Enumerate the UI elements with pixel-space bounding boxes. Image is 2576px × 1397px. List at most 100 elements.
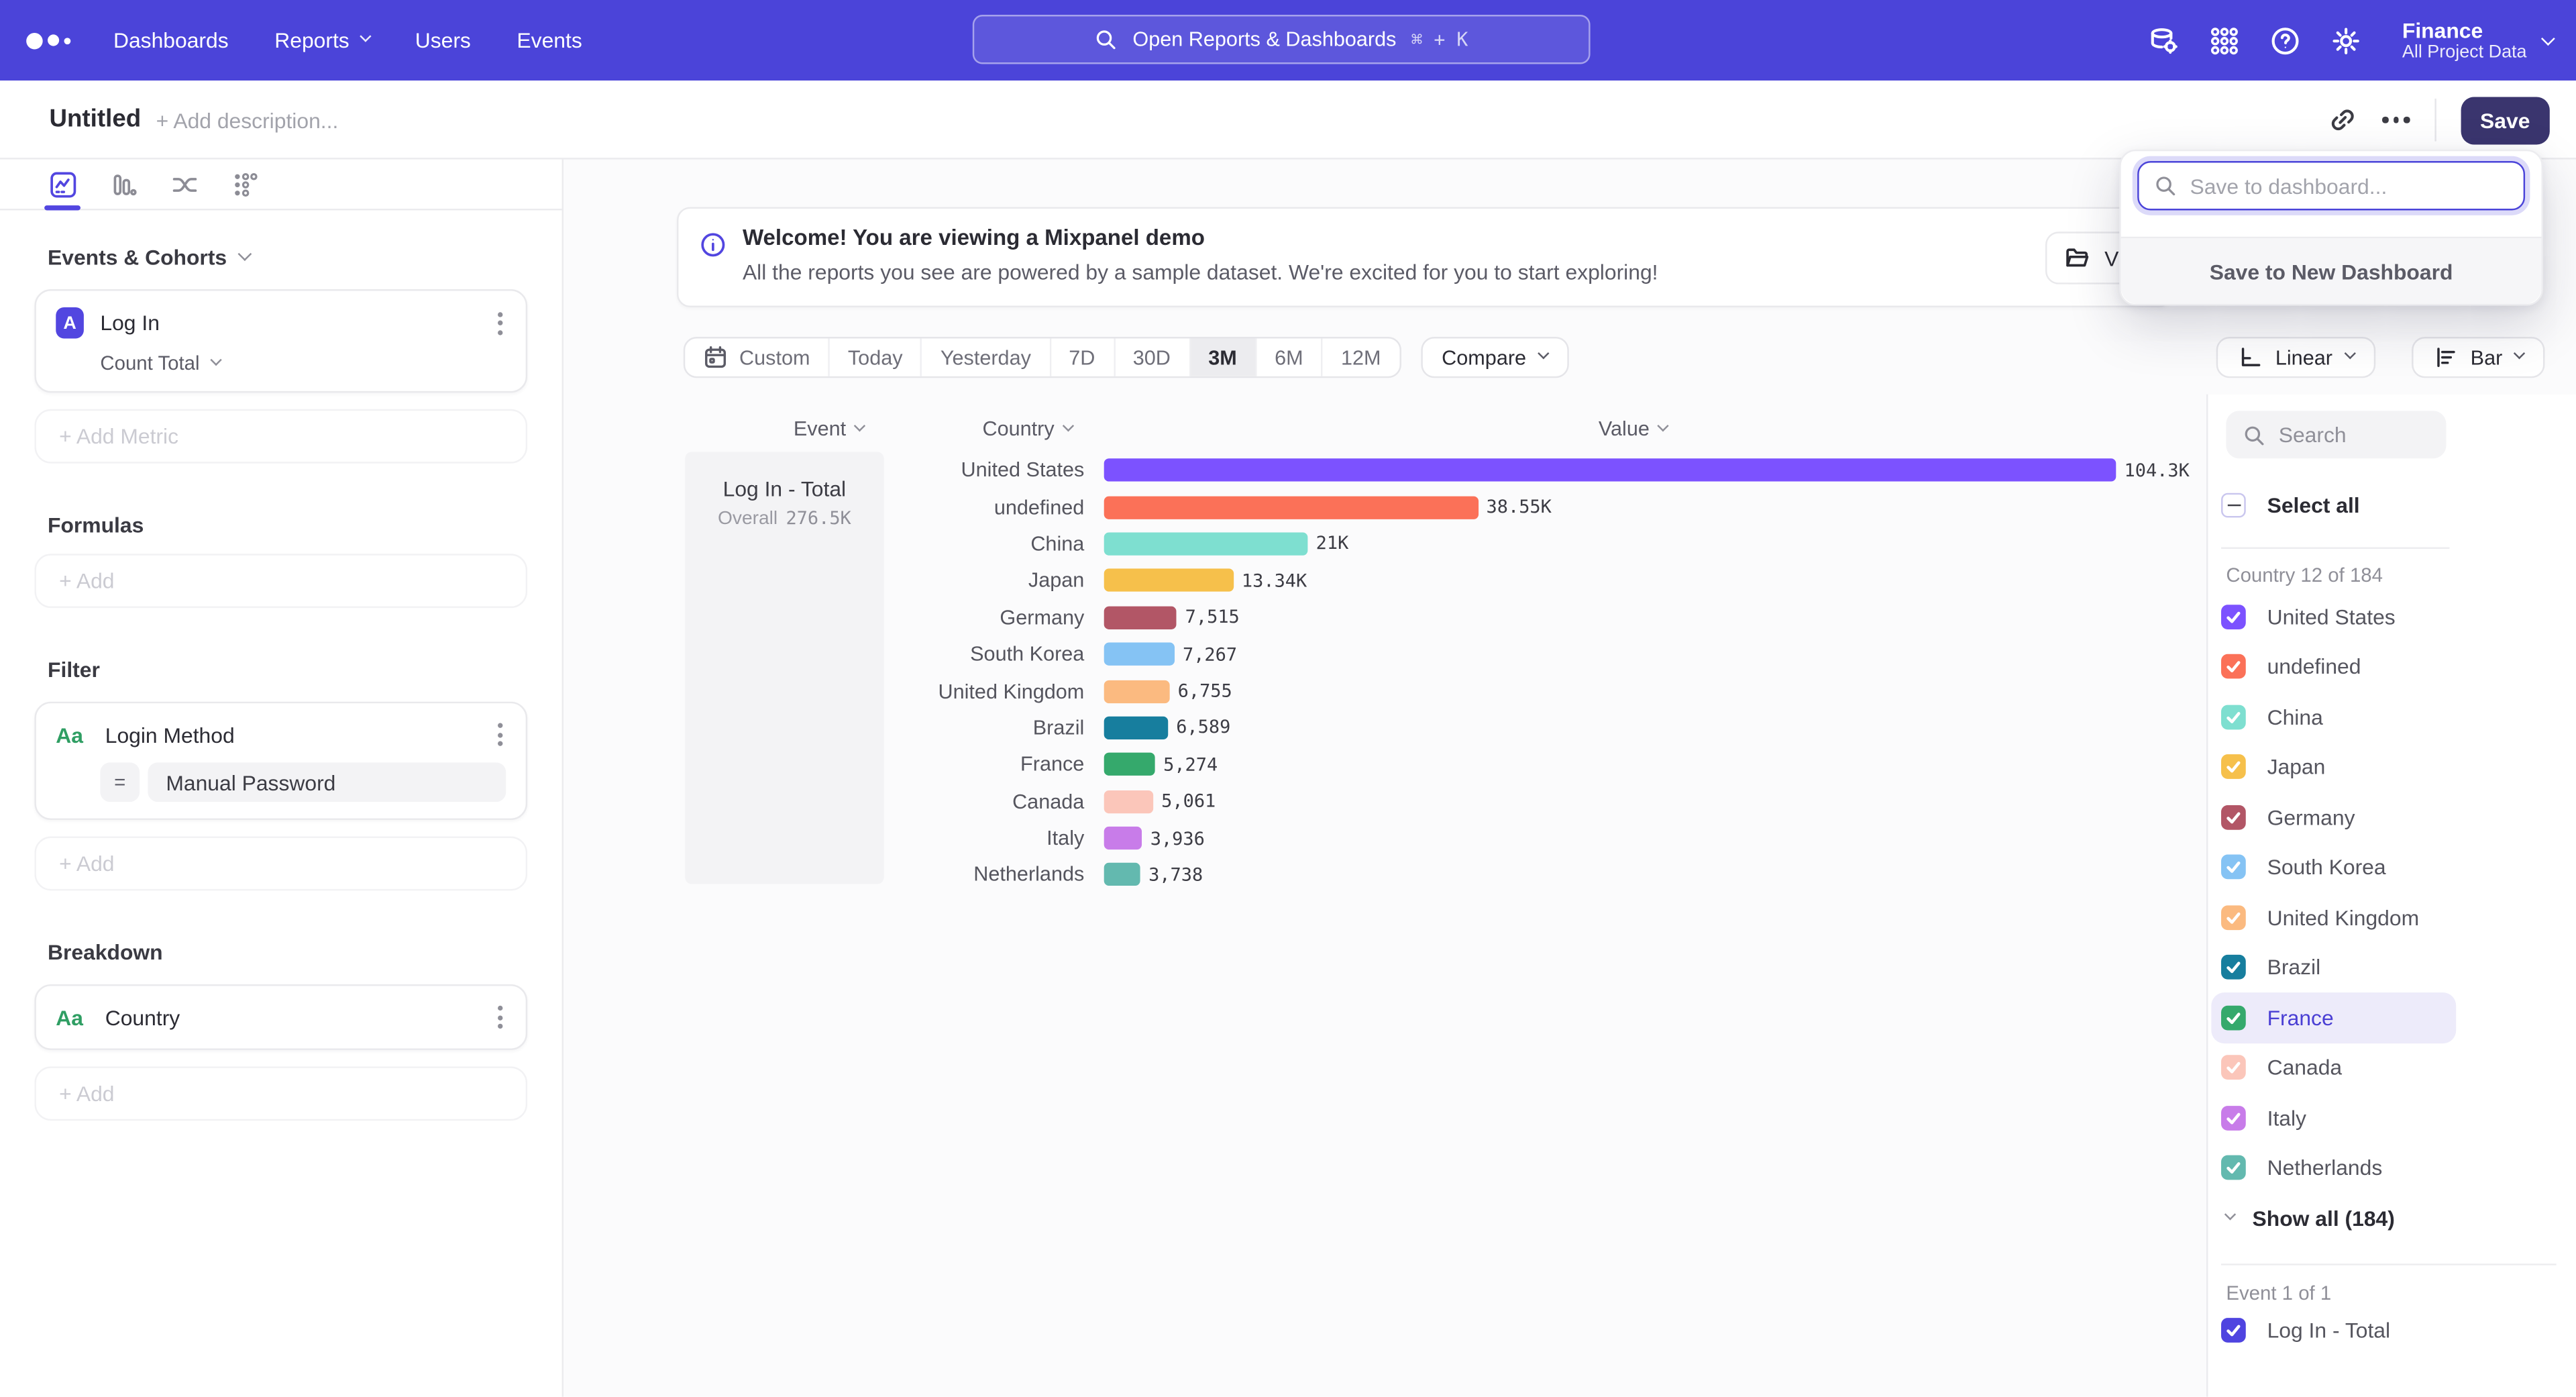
- bar-segment[interactable]: [1104, 790, 1153, 813]
- filter-card-login-method[interactable]: Aa Login Method = Manual Password: [34, 702, 527, 820]
- filter-value[interactable]: Manual Password: [148, 762, 506, 802]
- metric-card-log-in[interactable]: A Log In Count Total: [34, 289, 527, 393]
- legend-item-undefined[interactable]: undefined: [2211, 641, 2456, 692]
- bar-segment[interactable]: [1104, 606, 1177, 629]
- column-header-country[interactable]: Country: [982, 417, 1071, 440]
- column-header-value[interactable]: Value: [1599, 417, 1667, 440]
- bar-segment[interactable]: [1104, 753, 1155, 776]
- metric-kebab-icon[interactable]: [494, 308, 506, 338]
- bar-segment[interactable]: [1104, 643, 1175, 666]
- filter-operator[interactable]: =: [100, 762, 140, 802]
- legend-checkbox[interactable]: [2221, 755, 2246, 780]
- banner-title: Welcome! You are viewing a Mixpanel demo: [743, 225, 1205, 250]
- metric-event-name[interactable]: Log In: [100, 311, 478, 335]
- bar-segment[interactable]: [1104, 864, 1140, 886]
- legend-checkbox[interactable]: [2221, 805, 2246, 829]
- legend-checkbox[interactable]: [2221, 855, 2246, 880]
- settings-gear-icon[interactable]: [2332, 25, 2361, 55]
- apps-grid-icon[interactable]: [2210, 25, 2239, 55]
- add-description-button[interactable]: + Add description...: [156, 109, 339, 134]
- show-all-button[interactable]: Show all (184): [2226, 1206, 2395, 1231]
- event-checkbox[interactable]: [2221, 1318, 2246, 1343]
- events-section-label[interactable]: Events & Cohorts: [48, 245, 527, 270]
- save-button[interactable]: Save: [2461, 96, 2550, 144]
- column-header-event[interactable]: Event: [794, 417, 863, 440]
- bar-segment[interactable]: [1104, 532, 1308, 555]
- dashboard-search-input[interactable]: [2190, 173, 2502, 198]
- legend-item-united-kingdom[interactable]: United Kingdom: [2211, 892, 2456, 943]
- select-all-label: Select all: [2267, 493, 2360, 518]
- legend-checkbox[interactable]: [2221, 705, 2246, 729]
- bar-segment[interactable]: [1104, 827, 1142, 849]
- tab-flows[interactable]: [166, 160, 202, 209]
- compare-button[interactable]: Compare: [1420, 337, 1568, 378]
- range-custom[interactable]: Custom: [685, 338, 830, 376]
- legend-checkbox[interactable]: [2221, 654, 2246, 679]
- bar-segment[interactable]: [1104, 680, 1170, 703]
- range-12m[interactable]: 12M: [1323, 338, 1399, 376]
- nav-item-reports[interactable]: Reports: [274, 28, 369, 53]
- bar-segment[interactable]: [1104, 459, 2116, 482]
- save-to-new-dashboard-button[interactable]: Save to New Dashboard: [2121, 237, 2542, 304]
- mixpanel-logo-icon[interactable]: [26, 32, 70, 48]
- legend-item-brazil[interactable]: Brazil: [2211, 942, 2456, 992]
- tab-insights[interactable]: [44, 160, 80, 209]
- legend-item-france[interactable]: France: [2211, 992, 2456, 1043]
- legend-item-germany[interactable]: Germany: [2211, 792, 2456, 842]
- legend-checkbox[interactable]: [2221, 955, 2246, 980]
- legend-search-input[interactable]: [2279, 422, 2426, 447]
- report-title[interactable]: Untitled: [49, 105, 141, 134]
- chart-type-selector-button[interactable]: Bar: [2411, 337, 2544, 378]
- add-filter-button[interactable]: + Add: [34, 837, 527, 891]
- breakdown-property-name[interactable]: Country: [105, 1005, 478, 1030]
- legend-checkbox[interactable]: [2221, 1106, 2246, 1131]
- help-icon[interactable]: [2271, 25, 2300, 55]
- range-yesterday[interactable]: Yesterday: [922, 338, 1051, 376]
- global-search-button[interactable]: Open Reports & Dashboards ⌘ + K: [973, 15, 1591, 64]
- bar-segment[interactable]: [1104, 569, 1234, 592]
- filter-kebab-icon[interactable]: [494, 720, 506, 749]
- range-today[interactable]: Today: [830, 338, 922, 376]
- legend-checkbox[interactable]: [2221, 1005, 2246, 1030]
- range-7d[interactable]: 7D: [1051, 338, 1114, 376]
- scale-selector-button[interactable]: Linear: [2216, 337, 2375, 378]
- event-legend-item[interactable]: Log In - Total: [2221, 1318, 2390, 1343]
- filter-property-name[interactable]: Login Method: [105, 722, 478, 747]
- legend-item-canada[interactable]: Canada: [2211, 1043, 2456, 1093]
- nav-item-dashboards[interactable]: Dashboards: [113, 28, 229, 53]
- legend-checkbox[interactable]: [2221, 1155, 2246, 1180]
- range-6m[interactable]: 6M: [1256, 338, 1323, 376]
- bar-segment[interactable]: [1104, 496, 1479, 519]
- select-all-checkbox[interactable]: [2221, 493, 2246, 518]
- range-30d[interactable]: 30D: [1115, 338, 1191, 376]
- legend-checkbox[interactable]: [2221, 905, 2246, 930]
- legend-checkbox[interactable]: [2221, 605, 2246, 629]
- legend-checkbox[interactable]: [2221, 1055, 2246, 1080]
- legend-item-china[interactable]: China: [2211, 692, 2456, 742]
- breakdown-kebab-icon[interactable]: [494, 1002, 506, 1032]
- compare-label: Compare: [1442, 346, 1526, 369]
- legend-item-japan[interactable]: Japan: [2211, 742, 2456, 792]
- data-management-icon[interactable]: [2149, 25, 2179, 55]
- share-link-icon[interactable]: [2328, 105, 2358, 135]
- range-3m[interactable]: 3M: [1190, 338, 1256, 376]
- bar-segment[interactable]: [1104, 717, 1168, 739]
- project-switcher[interactable]: Finance All Project Data: [2402, 17, 2553, 64]
- nav-item-users[interactable]: Users: [415, 28, 471, 53]
- add-formula-button[interactable]: + Add: [34, 554, 527, 608]
- legend-item-united-states[interactable]: United States: [2211, 592, 2456, 642]
- select-all-row[interactable]: Select all: [2221, 493, 2360, 518]
- breakdown-card-country[interactable]: Aa Country: [34, 984, 527, 1050]
- save-to-dashboard-popup: Save to New Dashboard: [2119, 150, 2543, 306]
- nav-item-events[interactable]: Events: [517, 28, 582, 53]
- legend-item-italy[interactable]: Italy: [2211, 1093, 2456, 1143]
- bar-category-label: China: [564, 532, 1084, 555]
- add-metric-button[interactable]: + Add Metric: [34, 409, 527, 464]
- legend-item-south-korea[interactable]: South Korea: [2211, 842, 2456, 892]
- tab-retention[interactable]: [227, 160, 263, 209]
- add-breakdown-button[interactable]: + Add: [34, 1066, 527, 1121]
- aggregation-selector[interactable]: Count Total: [100, 352, 506, 374]
- more-options-icon[interactable]: [2382, 117, 2409, 123]
- legend-item-netherlands[interactable]: Netherlands: [2211, 1143, 2456, 1193]
- tab-funnels[interactable]: [105, 160, 142, 209]
